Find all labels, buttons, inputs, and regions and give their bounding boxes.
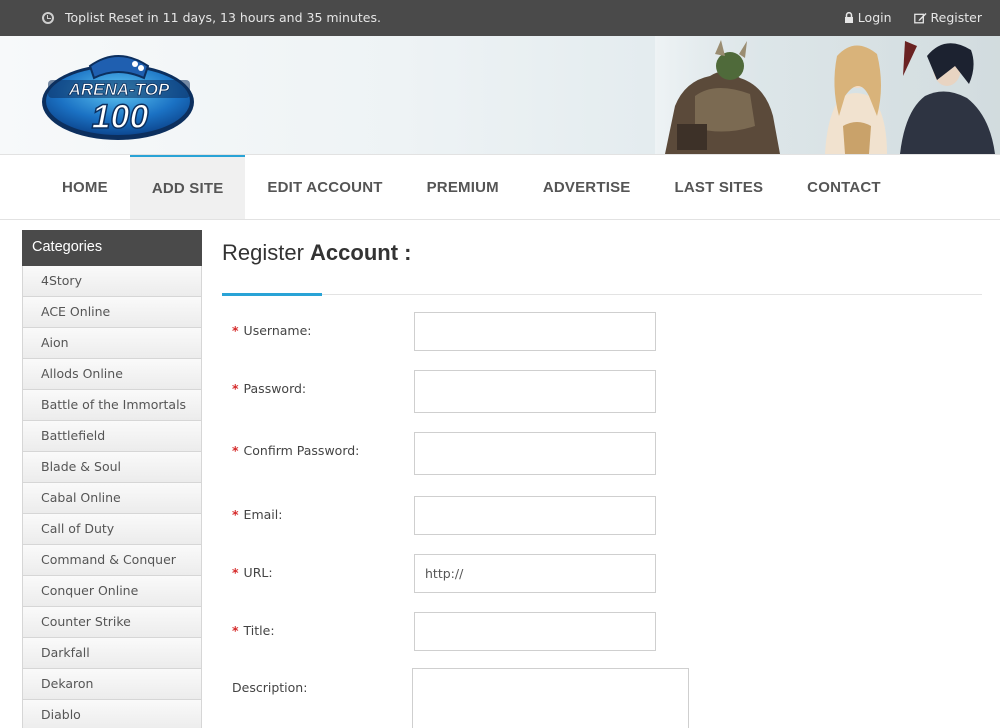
page-title-light: Register — [222, 240, 304, 265]
category-item[interactable]: Allods Online — [22, 359, 202, 390]
required-mark: * — [232, 623, 239, 638]
password-label: * Password: — [232, 381, 307, 396]
email-input[interactable] — [414, 496, 656, 535]
site-header: ARENA-TOP 100 — [0, 36, 1000, 154]
lock-icon — [844, 12, 853, 23]
confirm-password-input[interactable] — [414, 432, 656, 475]
register-link[interactable]: Register — [913, 10, 982, 25]
required-mark: * — [232, 323, 239, 338]
reset-text: Toplist Reset in 11 days, 13 hours and 3… — [65, 10, 381, 25]
top-bar: Toplist Reset in 11 days, 13 hours and 3… — [0, 0, 1000, 36]
category-item[interactable]: Battlefield — [22, 421, 202, 452]
login-link[interactable]: Login — [844, 10, 892, 25]
title-input[interactable] — [414, 612, 656, 651]
required-mark: * — [232, 443, 239, 458]
url-label: * URL: — [232, 565, 273, 580]
required-mark: * — [232, 381, 239, 396]
register-label: Register — [930, 10, 982, 25]
category-item[interactable]: Dekaron — [22, 669, 202, 700]
category-item[interactable]: 4Story — [22, 266, 202, 297]
main-nav: HOME ADD SITE EDIT ACCOUNT PREMIUM ADVER… — [0, 154, 1000, 220]
url-input[interactable] — [414, 554, 656, 593]
account-links: Login Register — [844, 10, 982, 25]
nav-premium[interactable]: PREMIUM — [405, 155, 521, 219]
title-accent — [222, 293, 322, 296]
title-divider — [222, 293, 982, 296]
category-item[interactable]: Aion — [22, 328, 202, 359]
categories-sidebar: Categories 4Story ACE Online Aion Allods… — [22, 230, 202, 728]
categories-title: Categories — [22, 230, 202, 266]
category-item[interactable]: Blade & Soul — [22, 452, 202, 483]
nav-home[interactable]: HOME — [40, 155, 130, 219]
nav-contact[interactable]: CONTACT — [785, 155, 903, 219]
category-item[interactable]: Battle of the Immortals — [22, 390, 202, 421]
register-form: Register Account : * Username: * Password:… — [222, 230, 982, 728]
login-label: Login — [857, 10, 892, 25]
nav-add-site[interactable]: ADD SITE — [129, 155, 246, 219]
category-item[interactable]: Diablo — [22, 700, 202, 728]
password-input[interactable] — [414, 370, 656, 413]
required-mark: * — [232, 507, 239, 522]
svg-text:100: 100 — [92, 98, 149, 136]
category-item[interactable]: ACE Online — [22, 297, 202, 328]
nav-last-sites[interactable]: LAST SITES — [652, 155, 785, 219]
page-title: Register Account : — [222, 240, 982, 266]
username-input[interactable] — [414, 312, 656, 351]
category-item[interactable]: Command & Conquer — [22, 545, 202, 576]
category-item[interactable]: Darkfall — [22, 638, 202, 669]
site-logo[interactable]: ARENA-TOP 100 — [40, 44, 200, 144]
nav-edit-account[interactable]: EDIT ACCOUNT — [245, 155, 404, 219]
nav-advertise[interactable]: ADVERTISE — [521, 155, 653, 219]
clock-icon — [42, 11, 54, 24]
category-item[interactable]: Conquer Online — [22, 576, 202, 607]
username-label: * Username: — [232, 323, 312, 338]
required-mark: * — [232, 565, 239, 580]
edit-icon — [913, 12, 927, 23]
svg-text:ARENA-TOP: ARENA-TOP — [68, 80, 170, 99]
category-item[interactable]: Call of Duty — [22, 514, 202, 545]
description-textarea[interactable] — [412, 668, 689, 728]
category-item[interactable]: Cabal Online — [22, 483, 202, 514]
page-title-bold: Account : — [310, 240, 412, 265]
title-label: * Title: — [232, 623, 275, 638]
email-label: * Email: — [232, 507, 283, 522]
confirm-password-label: * Confirm Password: — [232, 443, 360, 458]
header-artwork — [655, 36, 1000, 154]
description-label: Description: — [232, 680, 308, 695]
category-item[interactable]: Counter Strike — [22, 607, 202, 638]
reset-notice: Toplist Reset in 11 days, 13 hours and 3… — [42, 10, 381, 25]
